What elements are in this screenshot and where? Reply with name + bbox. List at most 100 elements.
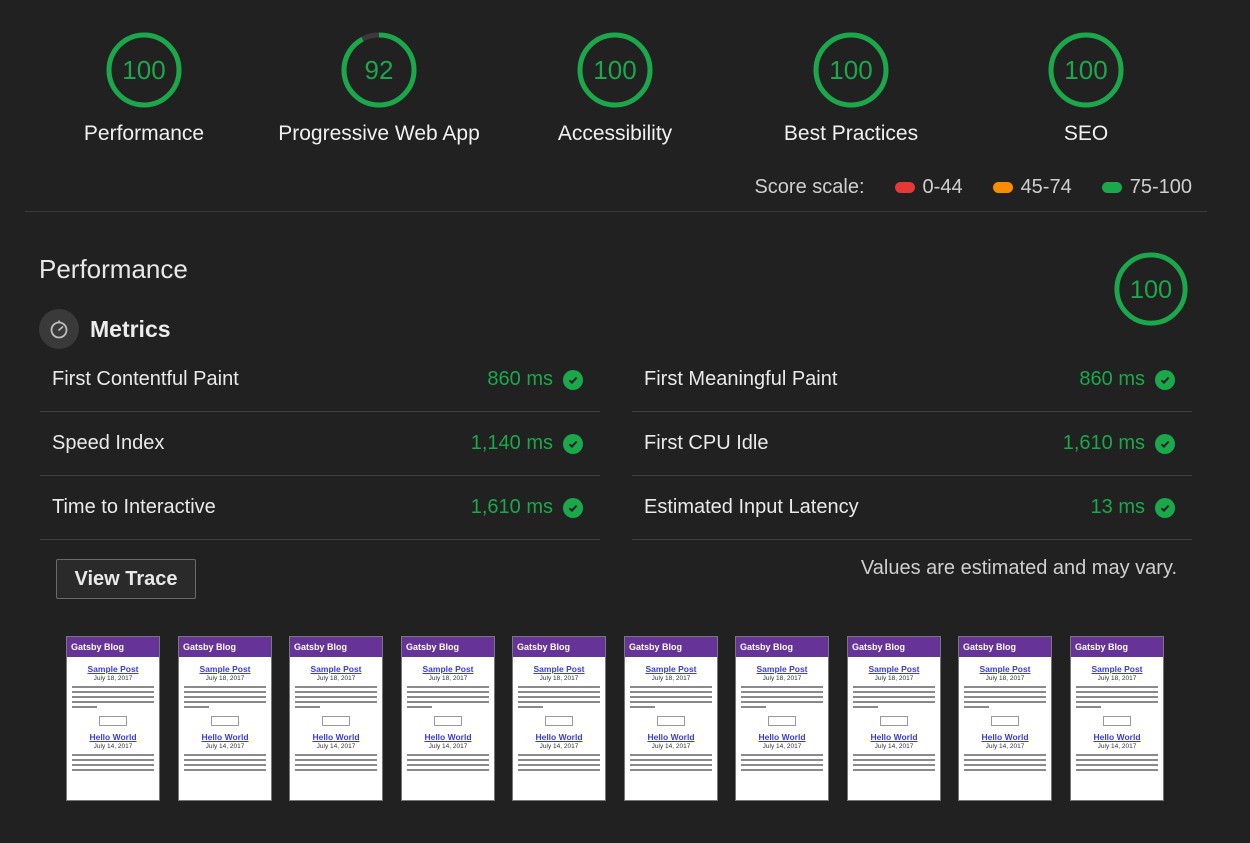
frame-excerpt xyxy=(1076,686,1158,708)
gauge-best-practices[interactable]: 100 Best Practices xyxy=(731,30,971,146)
scale-average-range: 45-74 xyxy=(1020,176,1072,198)
frame-excerpt xyxy=(964,686,1046,708)
gauge-ring: 100 xyxy=(1114,252,1188,326)
check-icon xyxy=(563,433,583,454)
frame-excerpt xyxy=(184,686,266,708)
metric-value: 860 ms xyxy=(1079,368,1145,390)
scale-fail: 0-44 xyxy=(894,176,963,199)
frame-post-date: July 18, 2017 xyxy=(316,675,356,682)
frame-read-more xyxy=(322,716,350,726)
gauge-ring: 100 xyxy=(577,32,653,108)
frame-post-date: July 18, 2017 xyxy=(428,675,468,682)
frame-post-title: Sample Post xyxy=(645,664,697,674)
header-divider xyxy=(25,211,1207,212)
view-trace-button[interactable]: View Trace xyxy=(56,559,196,599)
gauge-seo[interactable]: 100 SEO xyxy=(966,30,1206,146)
gauge-score: 100 xyxy=(122,55,165,85)
score-scale-label: Score scale: xyxy=(754,176,865,198)
gauge-ring: 100 xyxy=(106,32,182,108)
score-gauges: 100 Performance 92 Progressive Web App 1… xyxy=(0,30,1250,160)
filmstrip-frame: Gatsby Blog Sample Post July 18, 2017 Hello… xyxy=(178,636,272,801)
frame-post-title: Hello World xyxy=(1093,732,1141,742)
frame-site-title: Gatsby Blog xyxy=(67,637,159,657)
check-icon xyxy=(1155,497,1175,518)
frame-site-title: Gatsby Blog xyxy=(1071,637,1163,657)
frame-post-title: Sample Post xyxy=(87,664,139,674)
frame-post-title: Sample Post xyxy=(533,664,585,674)
metric-value: 1,610 ms xyxy=(1062,432,1145,454)
metrics-left-column: First Contentful Paint 860 ms Speed Inde… xyxy=(40,348,600,540)
frame-post-title: Sample Post xyxy=(422,664,474,674)
frame-post-date: July 14, 2017 xyxy=(539,743,579,750)
frame-post-date: July 14, 2017 xyxy=(205,743,245,750)
frame-post-title: Hello World xyxy=(981,732,1029,742)
metric-value-wrap: 1,610 ms xyxy=(1063,432,1175,455)
stopwatch-icon xyxy=(39,309,79,349)
frame-post-date: July 18, 2017 xyxy=(874,675,914,682)
metric-value-wrap: 860 ms xyxy=(487,368,583,391)
metrics-header: Metrics xyxy=(39,309,171,349)
gauge-ring: 92 xyxy=(341,32,417,108)
metric-row: Time to Interactive 1,610 ms xyxy=(40,476,600,540)
gauge-label: Accessibility xyxy=(557,122,673,145)
frame-post-date: July 14, 2017 xyxy=(1097,743,1137,750)
gauge-score: 92 xyxy=(365,55,394,85)
metric-name: Speed Index xyxy=(52,432,165,454)
frame-post-title: Hello World xyxy=(312,732,360,742)
frame-post-date: July 14, 2017 xyxy=(762,743,802,750)
performance-score-gauge: 100 xyxy=(1112,250,1190,333)
metric-name: Estimated Input Latency xyxy=(644,496,859,518)
frame-post-title: Hello World xyxy=(647,732,695,742)
frame-excerpt xyxy=(407,686,489,708)
pass-pill-icon xyxy=(1101,182,1122,193)
frame-post-date: July 14, 2017 xyxy=(428,743,468,750)
frame-post-date: July 14, 2017 xyxy=(985,743,1025,750)
frame-post-date: July 18, 2017 xyxy=(205,675,245,682)
frame-excerpt xyxy=(853,754,935,771)
gauge-score: 100 xyxy=(1064,55,1107,85)
metrics-right-column: First Meaningful Paint 860 ms First CPU … xyxy=(632,348,1192,540)
filmstrip-frame: Gatsby Blog Sample Post July 18, 2017 Hello… xyxy=(289,636,383,801)
frame-read-more xyxy=(99,716,127,726)
frame-post-date: July 18, 2017 xyxy=(985,675,1025,682)
frame-site-title: Gatsby Blog xyxy=(290,637,382,657)
frame-post-title: Hello World xyxy=(201,732,249,742)
frame-excerpt xyxy=(72,754,154,771)
filmstrip-frame: Gatsby Blog Sample Post July 18, 2017 Hello… xyxy=(1070,636,1164,801)
metric-row: First CPU Idle 1,610 ms xyxy=(632,412,1192,476)
frame-post-title: Hello World xyxy=(535,732,583,742)
frame-site-title: Gatsby Blog xyxy=(736,637,828,657)
frame-post-title: Sample Post xyxy=(310,664,362,674)
scale-pass: 75-100 xyxy=(1101,176,1192,199)
metrics-label: Metrics xyxy=(90,315,171,342)
filmstrip-frame: Gatsby Blog Sample Post July 18, 2017 Hello… xyxy=(958,636,1052,801)
frame-post-title: Sample Post xyxy=(199,664,251,674)
frame-excerpt xyxy=(295,754,377,771)
filmstrip-frame: Gatsby Blog Sample Post July 18, 2017 Hello… xyxy=(66,636,160,801)
metric-value: 13 ms xyxy=(1090,496,1145,518)
filmstrip-frame: Gatsby Blog Sample Post July 18, 2017 Hello… xyxy=(401,636,495,801)
gauge-accessibility[interactable]: 100 Accessibility xyxy=(495,30,735,146)
scale-pass-range: 75-100 xyxy=(1129,176,1192,198)
frame-excerpt xyxy=(1076,754,1158,771)
check-icon xyxy=(1155,433,1175,454)
frame-post-title: Hello World xyxy=(758,732,806,742)
gauge-performance[interactable]: 100 Performance xyxy=(24,30,264,146)
frame-site-title: Gatsby Blog xyxy=(402,637,494,657)
frame-site-title: Gatsby Blog xyxy=(959,637,1051,657)
metric-value: 1,610 ms xyxy=(470,496,553,518)
gauge-score: 100 xyxy=(593,55,636,85)
metric-value: 860 ms xyxy=(487,368,553,390)
metric-row: First Contentful Paint 860 ms xyxy=(40,348,600,412)
metric-value-wrap: 1,610 ms xyxy=(471,496,583,519)
frame-excerpt xyxy=(964,754,1046,771)
frame-site-title: Gatsby Blog xyxy=(179,637,271,657)
frame-excerpt xyxy=(72,686,154,708)
frame-post-date: July 18, 2017 xyxy=(651,675,691,682)
gauge-ring: 100 xyxy=(813,32,889,108)
gauge-pwa[interactable]: 92 Progressive Web App xyxy=(259,30,499,146)
check-icon xyxy=(563,497,583,518)
frame-excerpt xyxy=(630,754,712,771)
frame-excerpt xyxy=(741,754,823,771)
filmstrip-frame: Gatsby Blog Sample Post July 18, 2017 Hello… xyxy=(624,636,718,801)
